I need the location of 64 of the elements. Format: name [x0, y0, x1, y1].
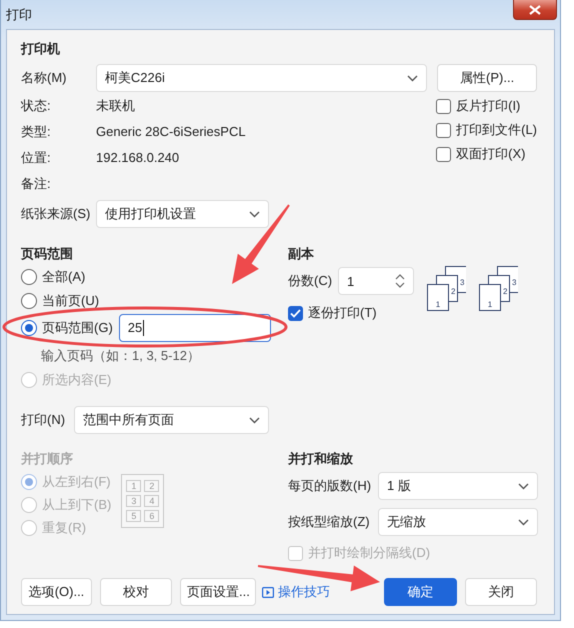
field-label: 按纸型缩放(Z) [288, 513, 371, 531]
section-heading: 并打和缩放 [288, 451, 353, 466]
checkbox-label: 打印到文件(L) [456, 121, 537, 139]
info-value: 192.168.0.240 [96, 149, 180, 167]
chevron-down-icon [249, 210, 260, 218]
radio-label: 当前页(U) [42, 292, 100, 310]
field-label: 每页的版数(H) [288, 477, 372, 495]
info-label: 位置: [21, 149, 52, 167]
field-label: 纸张来源(S) [21, 205, 92, 223]
tips-link[interactable]: 操作技巧 [262, 578, 330, 606]
copies-spinbox[interactable]: 1 [338, 267, 414, 295]
checkbox-label: 双面打印(X) [456, 145, 526, 163]
proofread-button[interactable]: 校对 [100, 578, 172, 606]
chevron-down-icon [518, 518, 529, 526]
info-label: 类型: [21, 123, 52, 141]
window-title: 打印 [6, 6, 32, 24]
field-label: 份数(C) [288, 272, 334, 290]
ok-button[interactable]: 确定 [384, 578, 457, 606]
checkbox-label: 逐份打印(T) [308, 304, 377, 322]
radio-button[interactable] [21, 320, 37, 336]
paper-source-dropdown[interactable]: 使用打印机设置 [96, 200, 269, 228]
section-heading: 打印机 [21, 41, 60, 56]
radio-label: 重复(R) [42, 518, 86, 536]
spin-up-icon[interactable] [395, 274, 405, 280]
radio-label: 从上到下(B) [42, 496, 112, 514]
checkbox[interactable] [436, 98, 452, 114]
print-subset-dropdown[interactable]: 范围中所有页面 [74, 406, 269, 434]
chevron-down-icon [249, 416, 260, 424]
info-label: 状态: [21, 97, 52, 115]
radio-label: 从左到右(F) [42, 472, 111, 490]
play-box-icon [262, 586, 274, 598]
field-label: 名称(M) [21, 69, 68, 87]
chevron-down-icon [518, 482, 529, 490]
scale-dropdown[interactable]: 无缩放 [378, 508, 538, 536]
section-heading: 并打顺序 [21, 451, 73, 466]
spin-down-icon[interactable] [395, 282, 405, 288]
radio-label: 所选内容(E) [42, 371, 112, 389]
page-setup-button[interactable]: 页面设置... [180, 578, 256, 606]
page-range-input[interactable]: 25 [118, 314, 271, 342]
info-value: 未联机 [96, 97, 135, 115]
section-heading: 页码范围 [21, 246, 73, 261]
close-icon [529, 4, 541, 14]
info-label: 备注: [21, 175, 52, 193]
checkbox-label: 并打时绘制分隔线(D) [308, 544, 430, 562]
options-button[interactable]: 选项(O)... [21, 578, 92, 606]
radio-button[interactable] [21, 293, 37, 309]
pages-per-sheet-dropdown[interactable]: 1 版 [378, 472, 538, 500]
hint-text: 输入页码（如：1, 3, 5-12） [40, 348, 200, 363]
close-button[interactable] [513, 0, 557, 20]
checkbox[interactable] [288, 306, 303, 320]
printer-dropdown[interactable]: 柯美C226i [96, 64, 428, 92]
chevron-down-icon [407, 74, 418, 82]
section-heading: 副本 [288, 246, 314, 261]
info-value: Generic 28C-6iSeriesPCL [96, 123, 246, 141]
radio-button[interactable] [21, 269, 37, 285]
page-order-icon: 1 2 3 4 5 6 [121, 474, 164, 528]
close-dialog-button[interactable]: 关闭 [465, 578, 537, 606]
properties-button[interactable]: 属性(P)... [437, 64, 537, 92]
radio-label: 页码范围(G) [42, 319, 113, 337]
field-label: 打印(N) [21, 411, 66, 429]
radio-label: 全部(A) [42, 268, 86, 286]
checkbox-label: 反片打印(I) [456, 97, 520, 115]
checkbox[interactable] [436, 146, 452, 162]
checkbox[interactable] [436, 122, 452, 138]
